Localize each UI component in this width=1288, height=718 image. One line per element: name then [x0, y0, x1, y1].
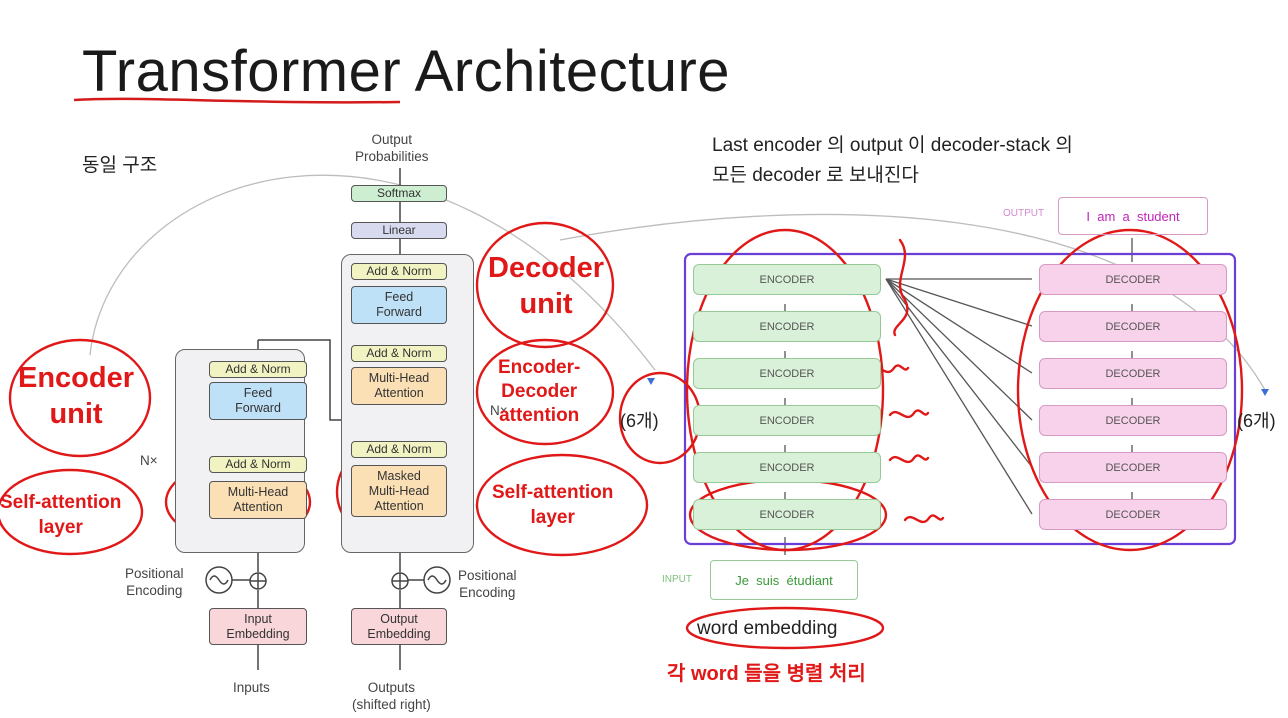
- parallel-processing-annotation: 각 word 들을 병렬 처리: [667, 663, 866, 685]
- encoder-nx-label: N×: [140, 453, 158, 468]
- decoder-positional-encoding-label: Positional Encoding: [458, 568, 517, 600]
- encoder-block: ENCODER: [693, 405, 881, 436]
- encoder-multi-head-attention: Multi-Head Attention: [209, 481, 307, 519]
- encoder-block: ENCODER: [693, 311, 881, 342]
- decoder-unit-annotation: Decoder unit: [488, 252, 605, 320]
- encoder-stack-frame: [175, 349, 305, 553]
- output-probabilities-label: Output Probabilities: [355, 132, 429, 164]
- decoder-block: DECODER: [1039, 499, 1227, 530]
- six-layers-right-label: (6개): [1237, 411, 1276, 431]
- word-embedding-label: word embedding: [697, 618, 838, 639]
- six-layers-left-label: (6개): [620, 411, 659, 431]
- output-tag: OUTPUT: [1003, 208, 1045, 219]
- decoder-add-norm-mid: Add & Norm: [351, 345, 447, 362]
- encoder-unit-annotation: Encoder unit: [18, 362, 135, 430]
- decoder-masked-attention: Masked Multi-Head Attention: [351, 465, 447, 517]
- decoder-block: DECODER: [1039, 264, 1227, 295]
- output-embedding: Output Embedding: [351, 608, 447, 645]
- output-sentence-box: I am a student: [1058, 197, 1208, 235]
- input-tag: INPUT: [662, 574, 692, 585]
- encoder-feed-forward: Feed Forward: [209, 382, 307, 420]
- linear-box: Linear: [351, 222, 447, 239]
- encoder-block: ENCODER: [693, 499, 881, 530]
- encoder-block: ENCODER: [693, 452, 881, 483]
- decoder-add-norm-bottom: Add & Norm: [351, 441, 447, 458]
- encoder-block: ENCODER: [693, 264, 881, 295]
- self-attention-left-annotation: Self-attention layer: [0, 492, 122, 538]
- softmax-box: Softmax: [351, 185, 447, 202]
- encoder-block: ENCODER: [693, 358, 881, 389]
- decoder-cross-attention: Multi-Head Attention: [351, 367, 447, 405]
- decoder-block: DECODER: [1039, 452, 1227, 483]
- encoder-add-norm-bottom: Add & Norm: [209, 456, 307, 473]
- encoder-decoder-attention-annotation: Encoder- Decoder attention: [498, 357, 581, 426]
- encoder-positional-encoding-label: Positional Encoding: [125, 566, 184, 598]
- decoder-add-norm-top: Add & Norm: [351, 263, 447, 280]
- input-embedding: Input Embedding: [209, 608, 307, 645]
- input-sentence-box: Je suis étudiant: [710, 560, 858, 600]
- self-attention-right-annotation: Self-attention layer: [492, 482, 614, 528]
- decoder-feed-forward: Feed Forward: [351, 286, 447, 324]
- decoder-block: DECODER: [1039, 405, 1227, 436]
- inputs-label: Inputs: [233, 680, 270, 695]
- decoder-block: DECODER: [1039, 311, 1227, 342]
- outputs-label: Outputs (shifted right): [352, 680, 431, 712]
- encoder-add-norm-top: Add & Norm: [209, 361, 307, 378]
- decoder-block: DECODER: [1039, 358, 1227, 389]
